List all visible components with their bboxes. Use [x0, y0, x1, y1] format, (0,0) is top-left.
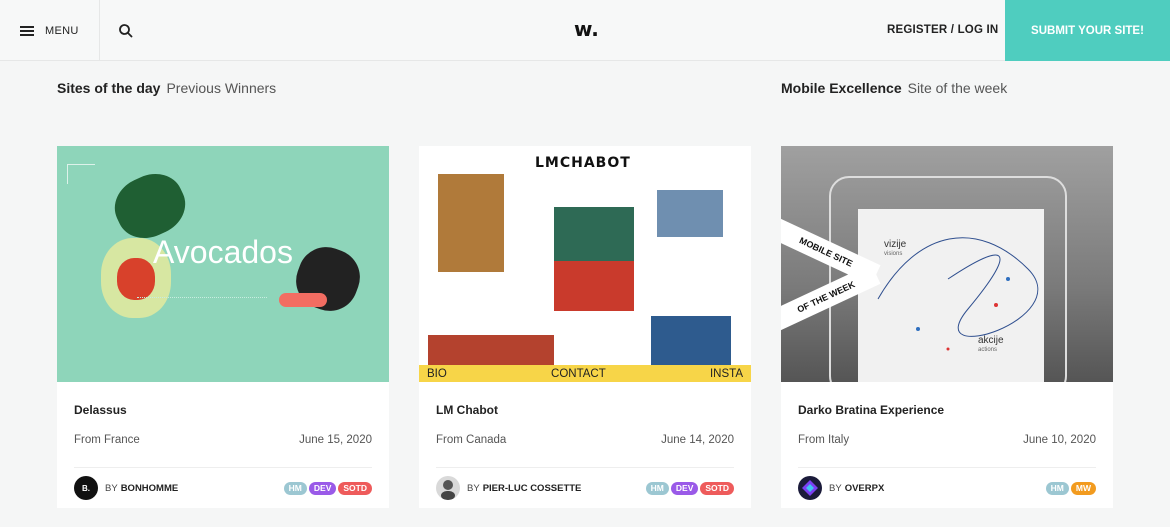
badge-hm: HM [1045, 482, 1069, 495]
badge-hm: HM [283, 482, 307, 495]
menu-label: MENU [45, 24, 79, 37]
avatar [798, 476, 822, 500]
section-title: Sites of the day [57, 80, 161, 96]
thumbnail-brand: LMCHABOT [535, 155, 631, 171]
phone-screen: vizije visions akcije actions [858, 209, 1044, 382]
thumbnail-button [279, 293, 327, 307]
site-name[interactable]: Delassus [74, 403, 127, 417]
author-name: OVERPX [844, 482, 885, 494]
author-byline: BY OVERPX [829, 483, 884, 494]
author-name: BONHOMME [120, 482, 179, 494]
photo [651, 316, 731, 365]
photo [554, 261, 634, 311]
site-logo[interactable]: w. [574, 17, 599, 41]
by-label: BY [467, 482, 480, 494]
thumbnail-nav-bar: BIO CONTACT INSTA [419, 365, 751, 382]
author-name: PIER-LUC COSSETTE [482, 482, 582, 494]
author[interactable]: BY PIER-LUC COSSETTE [436, 476, 581, 500]
site-date: June 10, 2020 [1023, 434, 1096, 446]
card-body: LM Chabot From Canada June 14, 2020 BY PI… [419, 382, 751, 508]
thumbnail-headline: Avocados [153, 234, 293, 270]
site-thumbnail[interactable]: Avocados [57, 146, 389, 382]
site-name[interactable]: Darko Bratina Experience [798, 403, 944, 417]
badge-hm: HM [645, 482, 669, 495]
thumbnail-nav [137, 297, 267, 300]
card-body: Delassus From France June 15, 2020 B. BY… [57, 382, 389, 508]
author[interactable]: BY OVERPX [798, 476, 884, 500]
photo [428, 335, 554, 365]
section-heading-mobile-excellence: Mobile Excellence Site of the week [781, 80, 1007, 96]
badge-sotd: SOTD [700, 482, 734, 495]
site-of-the-week-link[interactable]: Site of the week [908, 80, 1008, 96]
site-thumbnail[interactable]: vizije visions akcije actions MOBILE SIT… [781, 146, 1113, 382]
hamburger-icon [20, 25, 34, 36]
card-body: Darko Bratina Experience From Italy June… [781, 382, 1113, 508]
award-badges: HM DEV SOTD [283, 482, 372, 495]
submit-site-button[interactable]: SUBMIT YOUR SITE! [1005, 0, 1170, 61]
section-title: Mobile Excellence [781, 80, 902, 96]
bar-item: INSTA [709, 367, 743, 380]
site-country: From Italy [798, 434, 850, 446]
bar-item: CONTACT [551, 367, 606, 380]
top-navbar: MENU w. REGISTER / LOG IN SUBMIT YOUR SI… [0, 0, 1170, 61]
badge-dev: DEV [670, 482, 699, 495]
menu-button[interactable]: MENU [0, 0, 100, 61]
section-heading-sites-of-the-day: Sites of the day Previous Winners [57, 80, 276, 96]
badge-sotd: SOTD [338, 482, 372, 495]
by-label: BY [105, 482, 118, 494]
thumbnail-logo [67, 164, 95, 184]
site-card-darko-bratina[interactable]: vizije visions akcije actions MOBILE SIT… [781, 146, 1113, 508]
site-card-lm-chabot[interactable]: LMCHABOT BIO CONTACT INSTA LM Chabot Fro… [419, 146, 751, 508]
avocado-image [117, 258, 155, 300]
site-card-delassus[interactable]: Avocados Delassus From France June 15, 2… [57, 146, 389, 508]
site-country: From France [74, 434, 140, 446]
photo [657, 190, 723, 237]
bar-item: BIO [427, 367, 447, 380]
site-date: June 15, 2020 [299, 434, 372, 446]
photo [438, 174, 504, 272]
divider [436, 467, 734, 468]
site-country: From Canada [436, 434, 507, 446]
author-byline: BY PIER-LUC COSSETTE [467, 483, 581, 494]
site-name[interactable]: LM Chabot [436, 403, 498, 417]
award-badges: HM DEV SOTD [645, 482, 734, 495]
site-date: June 14, 2020 [661, 434, 734, 446]
site-thumbnail[interactable]: LMCHABOT BIO CONTACT INSTA [419, 146, 751, 382]
previous-winners-link[interactable]: Previous Winners [166, 80, 276, 96]
scribble-graphic [877, 237, 1038, 351]
author-byline: BY BONHOMME [105, 483, 178, 494]
author[interactable]: B. BY BONHOMME [74, 476, 178, 500]
register-login-link[interactable]: REGISTER / LOG IN [887, 24, 998, 36]
award-badges: HM MW [1045, 482, 1096, 495]
divider [798, 467, 1096, 468]
search-icon[interactable] [118, 23, 134, 39]
avatar [436, 476, 460, 500]
divider [74, 467, 372, 468]
badge-mw: MW [1070, 482, 1096, 495]
badge-dev: DEV [308, 482, 337, 495]
by-label: BY [829, 482, 842, 494]
avatar: B. [74, 476, 98, 500]
